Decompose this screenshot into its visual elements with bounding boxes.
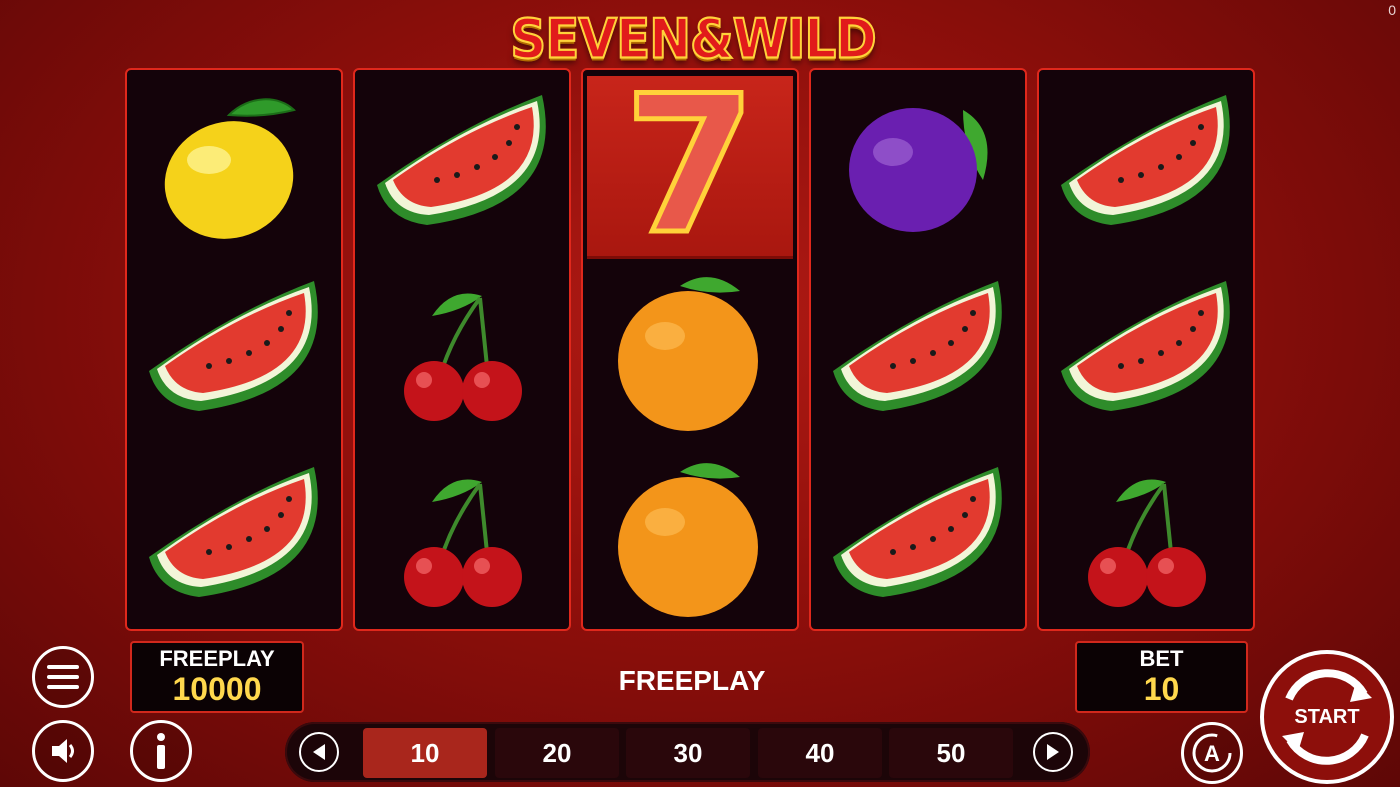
symbol-watermelon [811, 258, 1025, 444]
freeplay-balance-panel: FREEPLAY 10000 [130, 641, 304, 713]
reel-1 [125, 68, 343, 631]
start-label: START [1294, 705, 1360, 728]
freeplay-value: 10000 [172, 671, 262, 707]
autoplay-label: A [1204, 741, 1220, 766]
reel-2 [353, 68, 571, 631]
autoplay-icon: A [1192, 733, 1232, 773]
symbol-orange [583, 258, 797, 444]
logo-text: SEVEN&WILD [509, 7, 878, 72]
symbol-lemon [127, 72, 341, 258]
symbol-seven: 7 [587, 76, 793, 259]
symbol-cherries [1039, 444, 1253, 629]
symbol-orange [583, 444, 797, 629]
symbol-watermelon [127, 444, 341, 629]
bet-panel: BET 10 [1075, 641, 1248, 713]
chevron-right-icon [1047, 744, 1059, 760]
bet-selector: 10 20 30 40 50 [285, 722, 1090, 782]
symbol-plum [811, 72, 1025, 258]
info-button[interactable] [130, 720, 192, 782]
reel-5 [1037, 68, 1255, 631]
corner-counter: 0 [1388, 2, 1396, 18]
bet-prev-button[interactable] [299, 732, 339, 772]
bet-next-button[interactable] [1033, 732, 1073, 772]
speaker-icon [52, 739, 74, 763]
freeplay-label: FREEPLAY [159, 646, 275, 671]
symbol-watermelon [1039, 258, 1253, 444]
bet-label: BET [1139, 646, 1184, 671]
chevron-left-icon [313, 744, 325, 760]
bet-option-30[interactable]: 30 [626, 728, 750, 778]
bet-value: 10 [1143, 671, 1180, 707]
hamburger-menu-icon [47, 665, 79, 689]
bet-option-40[interactable]: 40 [758, 728, 882, 778]
symbol-watermelon [127, 258, 341, 444]
bet-option-10[interactable]: 10 [363, 728, 487, 778]
status-text: FREEPLAY [618, 665, 766, 696]
symbol-watermelon [1039, 72, 1253, 258]
symbol-cherries [355, 258, 569, 444]
reel-4 [809, 68, 1027, 631]
bet-option-20[interactable]: 20 [495, 728, 619, 778]
menu-button[interactable] [32, 646, 94, 708]
sound-button[interactable] [32, 720, 94, 782]
info-icon [157, 733, 165, 769]
bet-option-50[interactable]: 50 [889, 728, 1013, 778]
symbol-watermelon [355, 72, 569, 258]
game-logo: SEVEN&WILD [509, 4, 878, 74]
symbol-cherries [355, 444, 569, 629]
seven-glyph: 7 [624, 81, 756, 251]
autoplay-button[interactable]: A [1181, 722, 1243, 784]
symbol-watermelon [811, 444, 1025, 629]
reel-3: 7 [581, 68, 799, 631]
start-button[interactable]: START [1260, 650, 1394, 784]
